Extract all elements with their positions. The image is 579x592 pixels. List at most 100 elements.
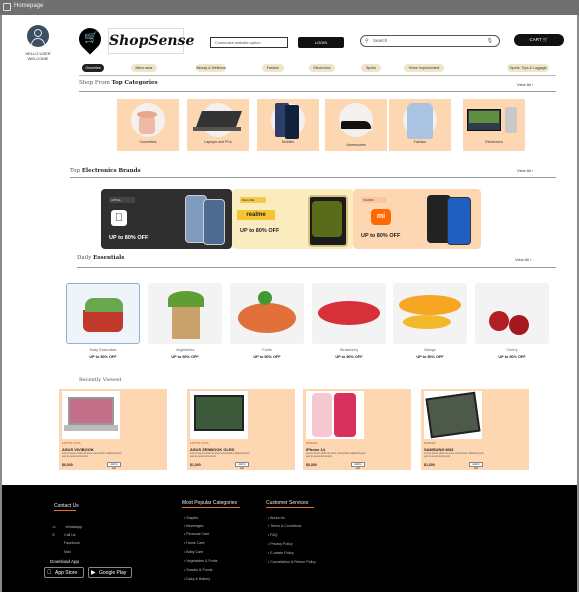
tv-screen-icon xyxy=(469,111,499,123)
popular-link[interactable]: • Baby Care xyxy=(184,550,203,554)
product-image xyxy=(62,391,120,439)
service-link[interactable]: • About Us xyxy=(268,516,285,520)
basket-icon xyxy=(83,310,123,332)
nav-item-electronics[interactable]: Electronics xyxy=(309,64,335,72)
realme-screen-image xyxy=(312,201,342,237)
brand-tag: XIAOMI xyxy=(361,197,387,203)
service-link[interactable]: • FAQ xyxy=(268,533,277,537)
nav-item-mens-wear[interactable]: Mens wear xyxy=(131,64,157,72)
add-to-cart-button[interactable]: Add to cart xyxy=(351,462,365,470)
xiaomi-phone-front-image xyxy=(447,197,471,245)
essential-card-vegetables[interactable] xyxy=(148,283,222,344)
recent-product-card[interactable]: LAPTOP & PCS ASUS VIVIBOOK Lorem ipsum d… xyxy=(59,389,167,470)
essential-offer: UP to 50% OFF xyxy=(253,355,281,359)
nav-item-toys-luggage[interactable]: Sports, Toys & Luggage xyxy=(507,64,549,72)
popular-link[interactable]: • Staples xyxy=(184,516,198,520)
search-icon: ⚲ xyxy=(365,38,369,44)
essential-card-mango[interactable] xyxy=(393,283,467,344)
service-link[interactable]: • E-waste Policy xyxy=(268,551,294,555)
essential-offer: UP to 50% OFF xyxy=(335,355,363,359)
call-link[interactable]: ✆ Call Us xyxy=(52,533,76,537)
essentials-title-bold: Essentials xyxy=(93,255,125,261)
contact-underline xyxy=(54,510,76,511)
download-title: Download App xyxy=(50,559,80,564)
service-link[interactable]: • Cancellation & Return Policy xyxy=(268,560,316,564)
google-play-button[interactable]: ▶ Google Play xyxy=(88,567,132,578)
brands-divider xyxy=(70,177,556,178)
essential-name: Fruits xyxy=(262,348,272,352)
service-link[interactable]: • Terms & Conditions xyxy=(268,524,301,528)
category-card-mobiles[interactable]: Mobiles xyxy=(257,99,319,151)
logo[interactable]: 🛒 xyxy=(74,23,106,56)
app-store-button[interactable]: App Store xyxy=(44,567,84,578)
brand-offer: UP to 80% OFF xyxy=(240,228,280,234)
mail-link[interactable]: Mail xyxy=(64,550,71,554)
user-icon-body xyxy=(31,38,45,47)
add-to-cart-button[interactable]: Add to cart xyxy=(107,462,121,470)
avatar[interactable] xyxy=(27,25,49,47)
category-card-accessories[interactable]: Accessories xyxy=(325,99,387,151)
service-link[interactable]: • Privacy Policy xyxy=(268,542,293,546)
category-card-electronics[interactable]: Electronics xyxy=(463,99,525,151)
play-icon: ▶ xyxy=(91,570,96,576)
popular-link-label: Baby Care xyxy=(186,550,204,554)
search-input[interactable]: ⚲ Search 🎙 xyxy=(360,35,500,47)
popular-link[interactable]: • Home Care xyxy=(184,541,205,545)
essentials-view-all[interactable]: View All › xyxy=(515,257,531,262)
essential-offer: UP to 50% OFF xyxy=(171,355,199,359)
popular-link[interactable]: • Snacks & Foods xyxy=(184,568,212,572)
phone-back-icon xyxy=(312,393,332,437)
category-card-cosmetics[interactable]: Cosmetics xyxy=(117,99,179,151)
nav-item-fashion[interactable]: Fashion xyxy=(262,64,284,72)
whatsapp-link[interactable]: ☏ WhatsApp xyxy=(52,525,82,529)
essential-name: Cherry xyxy=(506,348,518,352)
brand-card-xiaomi[interactable]: XIAOMI mi UP to 80% OFF xyxy=(353,189,481,249)
category-card-fashion[interactable]: Fashion xyxy=(389,99,451,151)
popular-link[interactable]: • Vegetables & Fruits xyxy=(184,559,217,563)
brand-card-realme[interactable]: REALME realme UP to 80% OFF xyxy=(232,189,353,249)
essential-name: Daily Essentials xyxy=(89,348,117,352)
user-panel[interactable]: HELLO USER WELCOME xyxy=(22,25,54,61)
essential-card-fruits[interactable] xyxy=(230,283,304,344)
login-button[interactable]: LOGIN xyxy=(298,37,344,48)
category-card-laptops[interactable]: Laptops and PCs xyxy=(187,99,249,151)
add-to-cart-button[interactable]: Add to cart xyxy=(469,462,483,470)
categories-view-all-label: View All xyxy=(517,82,531,87)
nav-item-sports[interactable]: Sports xyxy=(361,64,381,72)
product-description: Lorem ipsum dolor sit amet consectetur a… xyxy=(306,452,366,458)
recent-product-card[interactable]: LAPTOP & PCS ASUS ZENBOOK OLED Lorem ips… xyxy=(187,389,295,470)
brands-view-all[interactable]: View All › xyxy=(517,168,533,173)
essential-offer: UP to 50% OFF xyxy=(416,355,444,359)
essential-card-strawberry[interactable] xyxy=(312,283,386,344)
recent-product-card[interactable]: MOBILES iPhone 14 Lorem ipsum dolor sit … xyxy=(303,389,411,470)
popular-link-label: Staples xyxy=(186,516,199,520)
shirt-icon xyxy=(407,103,433,139)
nav-item-beauty[interactable]: Beauty & Wellness xyxy=(196,64,226,72)
nav-item-home-improvement[interactable]: Home Improvement xyxy=(404,64,444,72)
facebook-link[interactable]: Facebook xyxy=(64,541,80,545)
nav-item-groceries[interactable]: Groceries xyxy=(82,64,104,72)
recent-product-card[interactable]: MOBILES SAMSUNG M33 Lorem ipsum dolor si… xyxy=(421,389,529,470)
cosmetics-lid-icon xyxy=(137,111,157,118)
categories-view-all[interactable]: View All › xyxy=(517,82,533,87)
popular-link[interactable]: • Beverages xyxy=(184,524,203,528)
microphone-icon[interactable]: 🎙 xyxy=(487,37,493,45)
brands-title: Top Electronics Brands xyxy=(70,168,141,174)
app-window: Homepage HELLO USER WELCOME 🛒 ShopSense … xyxy=(0,0,579,592)
cart-button[interactable]: CART 🛒 xyxy=(514,34,564,46)
brand-tag: APPLE xyxy=(109,197,135,203)
brand-name: ShopSense xyxy=(108,28,194,54)
service-link-label: E-waste Policy xyxy=(270,551,294,555)
google-play-label: Google Play xyxy=(99,570,127,576)
fruits-icon xyxy=(238,303,296,333)
essential-card-cherry[interactable] xyxy=(475,283,549,344)
customize-input[interactable]: Customize website option xyxy=(210,37,288,48)
brand-card-apple[interactable]: APPLE  UP to 80% OFF xyxy=(101,189,232,249)
essential-card-daily[interactable] xyxy=(66,283,140,344)
service-link-label: Cancellation & Return Policy xyxy=(270,560,316,564)
mango-slice-icon xyxy=(403,315,451,329)
popular-link[interactable]: • Dairy & Bakery xyxy=(184,577,210,581)
popular-link[interactable]: • Personal Care xyxy=(184,532,209,536)
brand-offer: UP to 80% OFF xyxy=(109,235,149,241)
add-to-cart-button[interactable]: Add to cart xyxy=(235,462,249,470)
